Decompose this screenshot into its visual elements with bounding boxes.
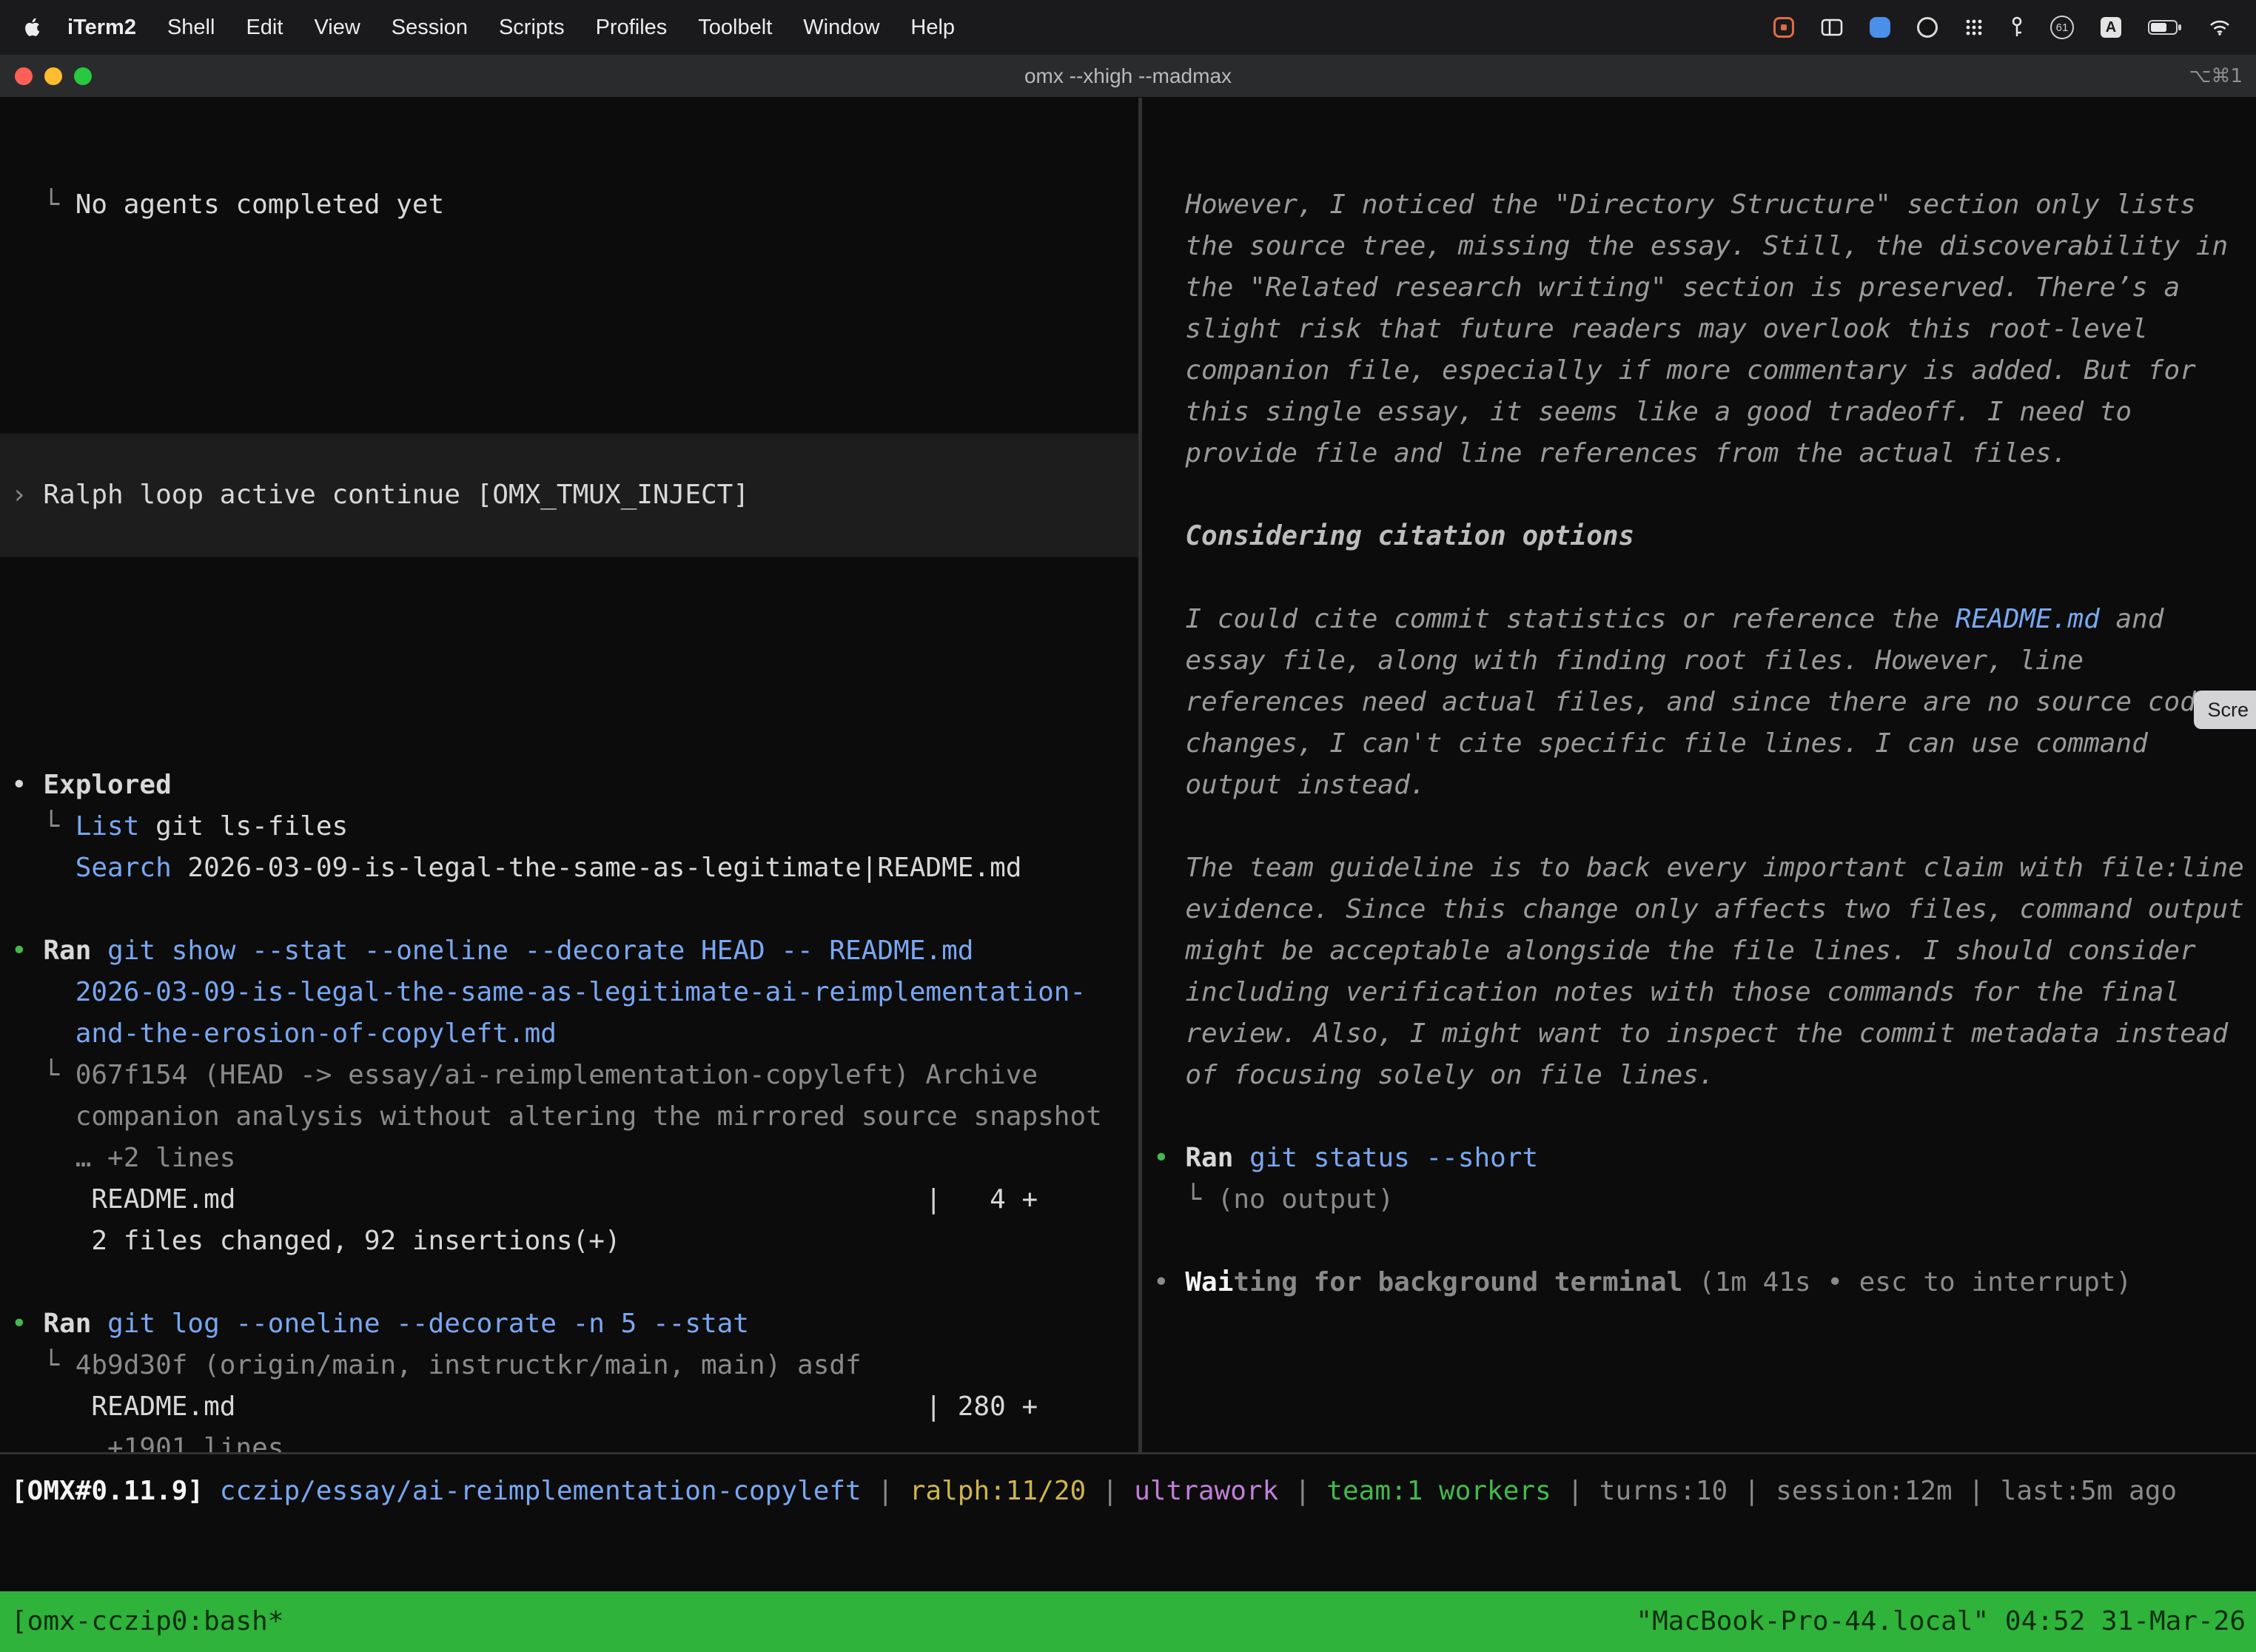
right-pane[interactable]: However, I noticed the "Directory Struct… [1142,98,2256,1452]
percent-badge-icon[interactable]: 61 [2050,16,2074,39]
terminal-line [1153,557,2256,599]
terminal-line: this single essay, it seems like a good … [1153,392,2256,433]
menu-iterm2[interactable]: iTerm2 [52,16,152,40]
tmux-host-clock: "MacBook-Pro-44.local" 04:52 31-Mar-26 [1636,1601,2246,1642]
terminal-line: slight risk that future readers may over… [1153,309,2256,350]
tmux-status-bar: [omx-cczip0:bash* "MacBook-Pro-44.local"… [0,1591,2256,1652]
terminal-line [11,1262,1138,1303]
menu-profiles[interactable]: Profiles [580,16,683,40]
terminal-line: • Ran git status --short [1153,1138,2256,1179]
terminal-window: └ No agents completed yet › Ralph loop a… [0,98,2256,1652]
terminal-line: 2026-03-09-is-legal-the-same-as-legitima… [11,972,1138,1013]
menu-bar: iTerm2 Shell Edit View Session Scripts P… [0,0,2256,55]
tmux-panes: └ No agents completed yet › Ralph loop a… [0,98,2256,1452]
wifi-icon[interactable] [2209,19,2231,36]
terminal-line: the source tree, missing the essay. Stil… [1153,226,2256,267]
dots-grid-icon[interactable] [1964,18,1984,37]
terminal-line: the "Related research writing" section i… [1153,267,2256,309]
key-icon[interactable] [2010,16,2024,38]
terminal-line: └ 067f154 (HEAD -> essay/ai-reimplementa… [11,1055,1138,1096]
terminal-line: README.md | 280 + [11,1386,1138,1428]
left-pane[interactable]: └ No agents completed yet › Ralph loop a… [0,98,1138,1452]
traffic-lights [0,67,92,85]
menu-session[interactable]: Session [376,16,483,40]
terminal-line: └ List git ls-files [11,806,1138,847]
apple-logo-icon [24,16,43,38]
right-pane-transcript: However, I noticed the "Directory Struct… [1153,184,2256,1303]
minimize-window-button[interactable] [44,67,62,85]
terminal-line: essay file, along with finding root file… [1153,640,2256,682]
terminal-line: • Ran git show --stat --oneline --decora… [11,930,1138,972]
window-tiles-icon[interactable] [1821,18,1843,37]
terminal-line: of focusing solely on file lines. [1153,1055,2256,1096]
terminal-line: • Explored [11,765,1138,806]
dark-circle-app-icon[interactable] [1917,17,1938,38]
terminal-line: └ (no output) [1153,1179,2256,1220]
menu-shell[interactable]: Shell [152,16,231,40]
menu-help[interactable]: Help [895,16,970,40]
clipped-screen-notification-button[interactable]: Scre [2194,691,2256,729]
terminal-line [1153,474,2256,516]
terminal-line: └ No agents completed yet [11,184,1138,226]
battery-icon[interactable] [2148,19,2182,36]
ralph-loop-banner: › Ralph loop active continue [OMX_TMUX_I… [0,433,1138,557]
terminal-line: evidence. Since this change only affects… [1153,889,2256,930]
terminal-line: Considering citation options [1153,516,2256,557]
left-pane-top-lines: └ No agents completed yet [11,184,1138,226]
terminal-line: including verification notes with those … [1153,972,2256,1013]
input-source-icon[interactable]: A [2101,17,2121,38]
terminal-line [1153,1220,2256,1262]
banner-text: Ralph loop active continue [OMX_TMUX_INJ… [43,474,749,516]
terminal-line: might be acceptable alongside the file l… [1153,930,2256,972]
screen-recording-indicator-icon[interactable] [1773,17,1794,38]
apple-menu[interactable] [21,15,46,40]
terminal-line: • Ran git log --oneline --decorate -n 5 … [11,1303,1138,1345]
terminal-line: review. Also, I might want to inspect th… [1153,1013,2256,1055]
terminal-line: 2 files changed, 92 insertions(+) [11,1220,1138,1262]
menu-window[interactable]: Window [788,16,895,40]
close-window-button[interactable] [15,67,33,85]
terminal-line: └ 4b9d30f (origin/main, instructkr/main,… [11,1345,1138,1386]
terminal-line: Search 2026-03-09-is-legal-the-same-as-l… [11,847,1138,889]
terminal-line: references need actual files, and since … [1153,682,2256,723]
terminal-line: companion file, especially if more comme… [1153,350,2256,392]
menu-toolbelt[interactable]: Toolbelt [682,16,788,40]
window-title: omx --xhigh --madmax [0,64,2256,88]
terminal-line: provide file and line references from th… [1153,433,2256,474]
menu-view[interactable]: View [298,16,375,40]
terminal-line: output instead. [1153,765,2256,806]
window-shortcut-hint: ⌥⌘1 [2189,65,2256,87]
zoom-window-button[interactable] [74,67,92,85]
blue-app-icon[interactable] [1870,17,1890,38]
banner-prompt-icon: › [11,474,43,516]
terminal-line: The team guideline is to back every impo… [1153,847,2256,889]
terminal-line: I could cite commit statistics or refere… [1153,599,2256,640]
omx-status-bar: [OMX#0.11.9] cczip/essay/ai-reimplementa… [0,1454,2256,1512]
left-pane-transcript: • Explored └ List git ls-files Search 20… [11,765,1138,1452]
terminal-line: changes, I can't cite specific file line… [1153,723,2256,765]
window-title-bar: omx --xhigh --madmax ⌥⌘1 [0,55,2256,98]
terminal-line [1153,1096,2256,1138]
terminal-line: However, I noticed the "Directory Struct… [1153,184,2256,226]
terminal-line: README.md | 4 + [11,1179,1138,1220]
terminal-line: … +2 lines [11,1138,1138,1179]
terminal-line: [OMX#0.11.9] cczip/essay/ai-reimplementa… [11,1471,2256,1512]
menu-bar-status-icons: 61 A [1773,16,2235,39]
menu-edit[interactable]: Edit [230,16,298,40]
terminal-line: and-the-erosion-of-copyleft.md [11,1013,1138,1055]
menu-scripts[interactable]: Scripts [483,16,580,40]
terminal-line [1153,806,2256,847]
tmux-session-window: [omx-cczip0:bash* [11,1601,283,1642]
terminal-line: … +1901 lines [11,1428,1138,1452]
terminal-line [11,889,1138,930]
terminal-line: • Waiting for background terminal (1m 41… [1153,1262,2256,1303]
terminal-line: companion analysis without altering the … [11,1096,1138,1138]
